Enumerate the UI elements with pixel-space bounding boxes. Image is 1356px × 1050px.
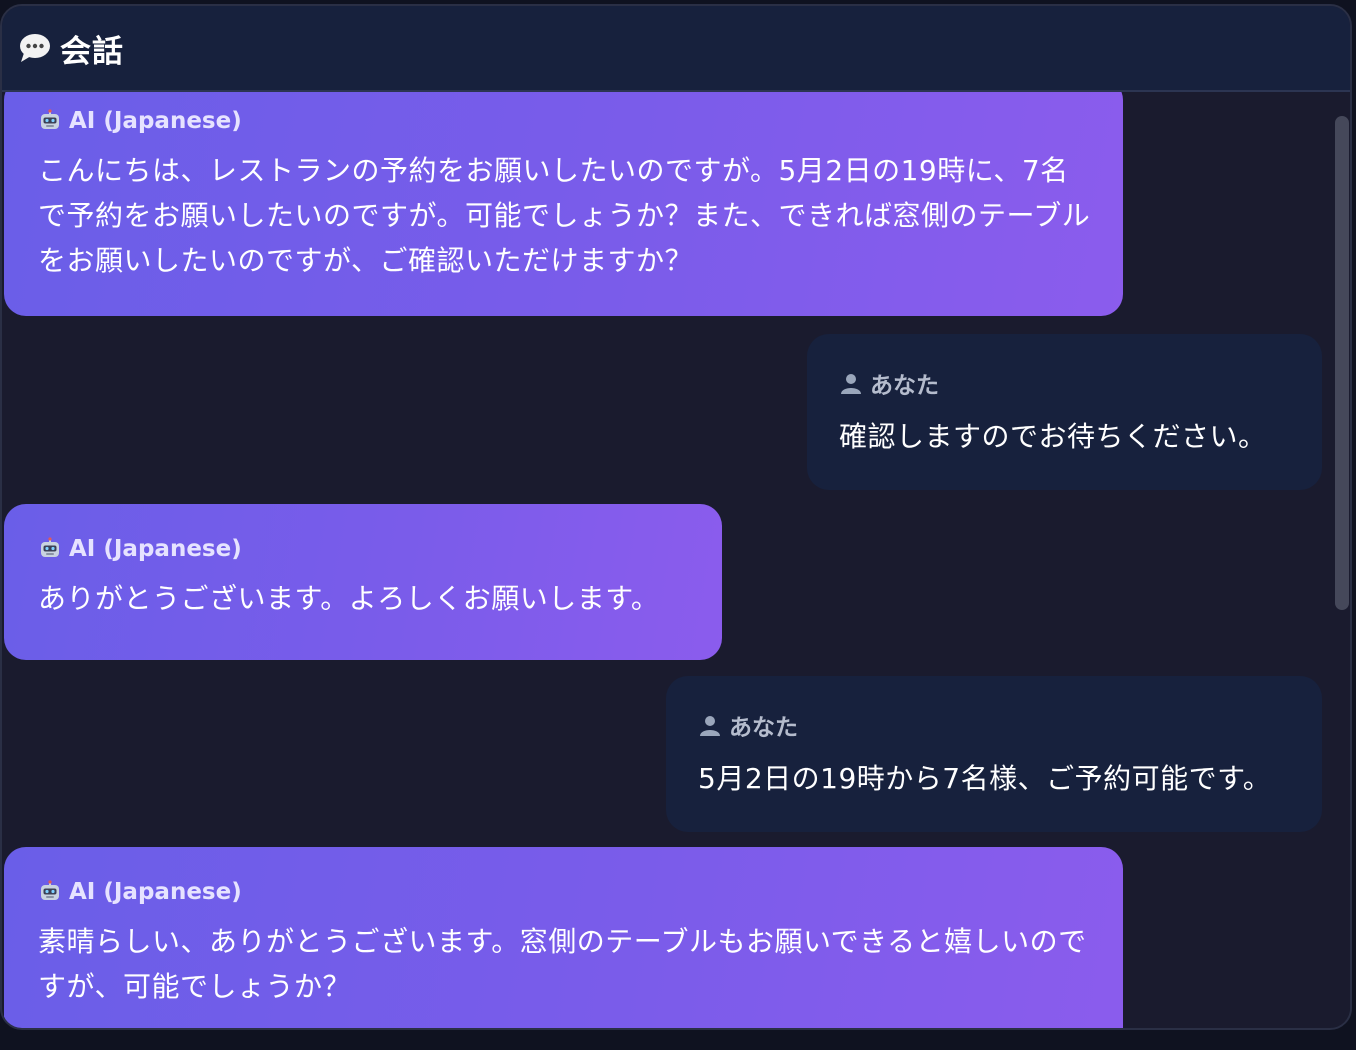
sender-label: あなた	[870, 373, 939, 399]
scrollbar-thumb[interactable]	[1335, 116, 1349, 610]
chat-header: 会話	[2, 6, 1350, 92]
scrollbar-track[interactable]	[1332, 92, 1350, 1028]
robot-icon	[41, 880, 59, 900]
speech-bubble-icon	[20, 34, 50, 62]
message-text: こんにちは、レストランの予約をお願いしたいのですが。5月2日の19時に、7名で予…	[38, 154, 1091, 277]
robot-icon	[41, 109, 59, 129]
ai-message: AI (Japanese) こんにちは、レストランの予約をお願いしたいのですが。…	[4, 92, 1123, 316]
message-sender: AI (Japanese)	[38, 536, 692, 562]
message-text: 素晴らしい、ありがとうございます。窓側のテーブルもお願いできると嬉しいのですが、…	[38, 925, 1087, 1003]
message-sender: AI (Japanese)	[38, 108, 1093, 134]
user-message: あなた 確認しますのでお待ちください。	[807, 334, 1322, 490]
chat-title: 会話	[60, 33, 124, 70]
sender-label: あなた	[729, 715, 798, 741]
user-icon	[700, 716, 720, 736]
message-list[interactable]: AI (Japanese) こんにちは、レストランの予約をお願いしたいのですが。…	[2, 92, 1334, 1028]
user-message: あなた 5月2日の19時から7名様、ご予約可能です。	[666, 676, 1322, 832]
sender-label: AI (Japanese)	[69, 536, 242, 562]
message-sender: あなた	[839, 366, 1292, 400]
robot-icon	[41, 537, 59, 557]
message-text: 確認しますのでお待ちください。	[839, 420, 1267, 453]
user-icon	[841, 374, 861, 394]
message-text: 5月2日の19時から7名様、ご予約可能です。	[698, 762, 1272, 795]
sender-label: AI (Japanese)	[69, 108, 242, 134]
ai-message: AI (Japanese) 素晴らしい、ありがとうございます。窓側のテーブルもお…	[4, 847, 1123, 1028]
chat-window: 会話 AI (Japanese) こんにちは、レストランの予約をお願いしたいので…	[0, 4, 1352, 1030]
sender-label: AI (Japanese)	[69, 879, 242, 905]
ai-message: AI (Japanese) ありがとうございます。よろしくお願いします。	[4, 504, 722, 660]
message-sender: AI (Japanese)	[38, 879, 1093, 905]
message-sender: あなた	[698, 708, 1292, 742]
message-text: ありがとうございます。よろしくお願いします。	[38, 582, 660, 615]
